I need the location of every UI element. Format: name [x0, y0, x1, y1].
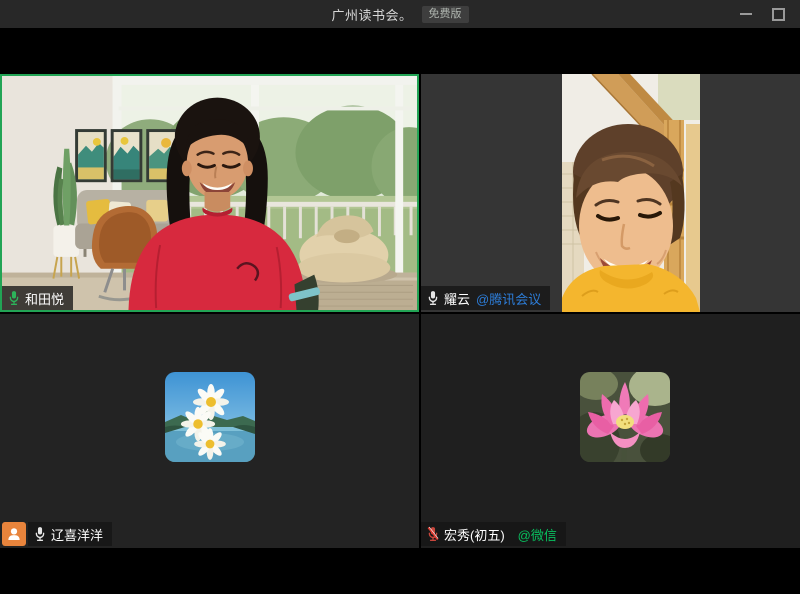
portrait-video-feed — [562, 74, 700, 312]
maximize-icon — [772, 8, 785, 21]
window-controls — [730, 0, 794, 28]
meeting-title: 广州读书会。 — [331, 5, 412, 24]
minimize-icon — [740, 13, 752, 15]
mic-on-icon — [34, 526, 46, 542]
video-tile-participant-4[interactable]: 宏秀(初五) @微信 — [421, 314, 800, 548]
participant-name: 辽喜洋洋 — [51, 525, 103, 544]
name-tag: 和田悦 — [2, 286, 73, 310]
person-badge — [2, 522, 26, 546]
living-room-video-feed — [2, 76, 417, 310]
mic-muted-icon — [427, 526, 439, 542]
meeting-window: 广州读书会。 免费版 — [0, 0, 800, 594]
person-icon — [5, 525, 23, 543]
lotus-avatar-image — [580, 372, 670, 462]
name-tag: 辽喜洋洋 — [28, 522, 112, 546]
maximize-button[interactable] — [762, 0, 794, 28]
platform-label-tencent-meeting: @腾讯会议 — [476, 289, 541, 308]
minimize-button[interactable] — [730, 0, 762, 28]
titlebar: 广州读书会。 免费版 — [0, 0, 800, 28]
video-tile-participant-2[interactable]: 耀云 @腾讯会议 — [421, 74, 800, 312]
name-tag: 宏秀(初五) @微信 — [421, 522, 566, 546]
name-tag: 耀云 @腾讯会议 — [421, 286, 550, 310]
video-tile-participant-1[interactable]: 和田悦 — [0, 74, 419, 312]
video-tile-participant-3[interactable]: 辽喜洋洋 — [0, 314, 419, 548]
daisies-avatar-image — [165, 372, 255, 462]
free-version-badge[interactable]: 免费版 — [422, 6, 469, 23]
platform-label-wechat: @微信 — [518, 525, 557, 544]
mic-on-icon — [427, 290, 439, 306]
participant-name: 耀云 — [444, 289, 470, 308]
avatar — [580, 372, 670, 462]
avatar — [165, 372, 255, 462]
participant-name: 和田悦 — [25, 289, 64, 308]
portrait-video-scene — [562, 74, 700, 312]
participant-name: 宏秀(初五) — [444, 525, 505, 544]
mic-on-speaking-icon — [8, 290, 20, 306]
